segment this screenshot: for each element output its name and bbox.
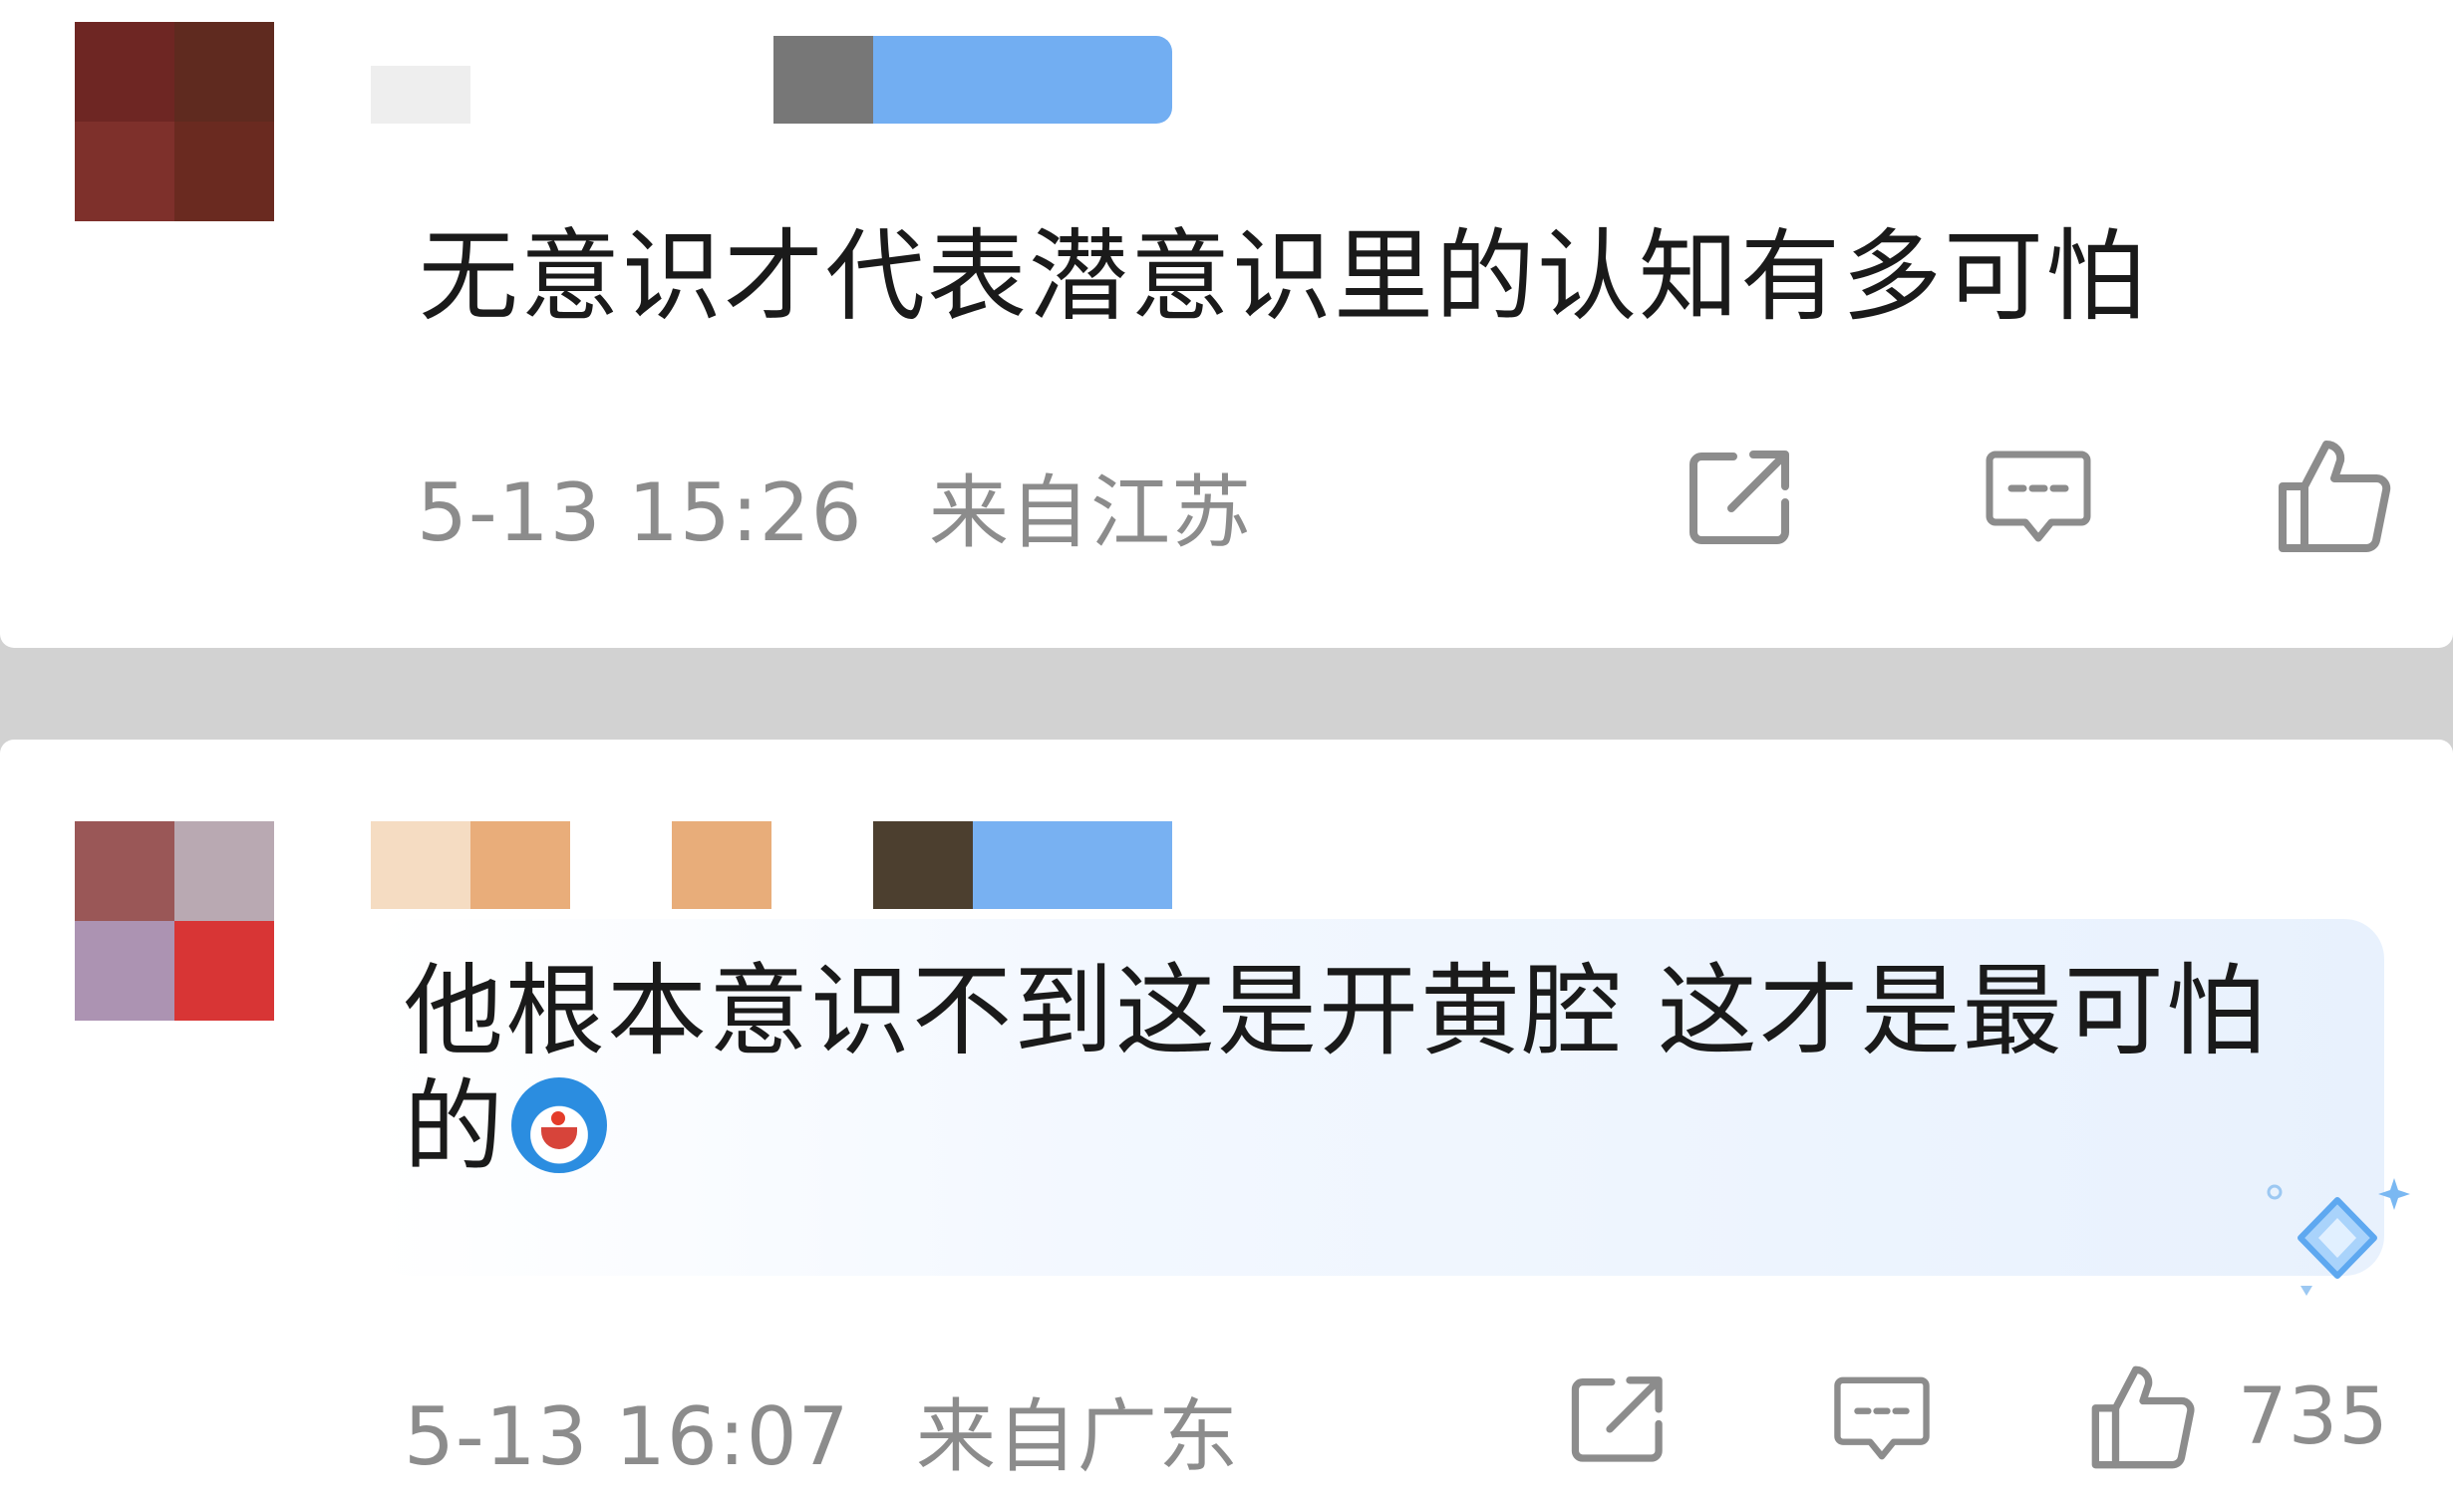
like-button[interactable] (2275, 437, 2434, 556)
like-count: 735 (2238, 1372, 2389, 1462)
comment-list: 无意识才代表潜意识里的认知有多可怕 5-13 15:26 来自江苏 他根本意识不… (0, 0, 2453, 1512)
comment-time: 5-13 16:07 (404, 1390, 850, 1483)
share-button[interactable] (1570, 1372, 1670, 1464)
comment-location: 来自江苏 (928, 466, 1252, 559)
comment-meta: 5-13 16:07 来自广东 (404, 1372, 1239, 1488)
comment-meta: 5-13 15:26 来自江苏 (417, 449, 1252, 564)
share-icon (1571, 1376, 1663, 1462)
comment-location: 来自广东 (915, 1390, 1239, 1483)
reply-icon (1986, 451, 2091, 542)
user-badge (973, 821, 1172, 909)
share-icon (1689, 451, 1789, 544)
comment-card: 他根本意识不到这是开黄腔 这才是最可怕 的 5-13 16:07 来自广东 73… (0, 740, 2453, 1512)
avatar[interactable] (75, 821, 274, 1021)
reply-button[interactable] (1984, 447, 2093, 546)
comment-text: 无意识才代表潜意识里的认知有多可怕 (419, 218, 2147, 335)
share-button[interactable] (1687, 447, 1797, 546)
avatar[interactable] (75, 22, 274, 221)
comment-time: 5-13 15:26 (417, 466, 863, 559)
diamond-sparkle-icon (2267, 1178, 2410, 1296)
doraemon-emoji-icon (511, 1077, 607, 1173)
like-button[interactable]: 735 (2088, 1362, 2389, 1472)
thumbs-up-icon (2279, 440, 2391, 552)
comment-card: 无意识才代表潜意识里的认知有多可怕 5-13 15:26 来自江苏 (0, 0, 2453, 648)
reply-button[interactable] (1832, 1372, 1932, 1464)
thumbs-up-icon (2091, 1365, 2195, 1469)
reply-icon (1834, 1376, 1930, 1460)
comment-text: 他根本意识不到这是开黄腔 这才是最可怕 的 (404, 953, 2268, 1185)
user-badge (873, 36, 1172, 124)
